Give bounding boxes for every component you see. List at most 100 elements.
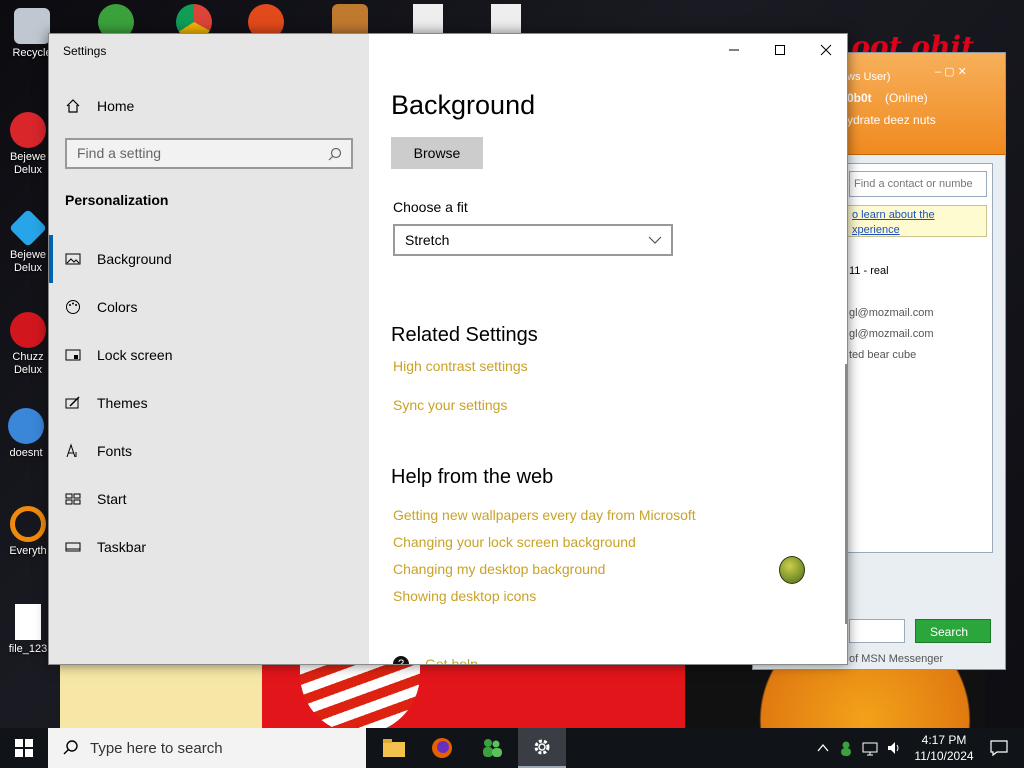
msn-footer-text: of MSN Messenger (849, 653, 944, 665)
system-tray: 4:17 PM 11/10/2024 (816, 728, 1024, 768)
settings-content: Background Browse Choose a fit Stretch R… (369, 34, 847, 664)
fit-dropdown-value: Stretch (405, 232, 450, 248)
taskbar-clock[interactable]: 4:17 PM 11/10/2024 (906, 732, 982, 764)
msn-search-button[interactable]: Search (915, 619, 991, 643)
msn-personal-message[interactable]: ydrate deez nuts (847, 113, 936, 127)
get-help-link[interactable]: Get help (425, 656, 478, 664)
sidebar-item-colors[interactable]: Colors (49, 283, 369, 331)
settings-window[interactable]: Settings Home Find a setting Personaliza… (48, 33, 848, 665)
high-contrast-link[interactable]: High contrast settings (393, 358, 528, 374)
taskbar-msn-messenger[interactable] (468, 728, 516, 768)
sync-settings-link[interactable]: Sync your settings (393, 397, 507, 413)
msn-contact-group[interactable]: 11 - real (849, 265, 889, 277)
search-icon (63, 740, 78, 755)
palette-icon (66, 300, 80, 314)
help-link-lock-screen[interactable]: Changing your lock screen background (393, 534, 636, 550)
close-icon (820, 44, 832, 56)
settings-icon (534, 739, 550, 755)
font-icon (66, 443, 77, 458)
msn-search-input[interactable] (849, 619, 905, 643)
taskbar-icon (65, 542, 81, 552)
help-from-web-heading: Help from the web (391, 466, 554, 488)
msn-status[interactable]: (Online) (885, 91, 928, 105)
sidebar-item-fonts[interactable]: Fonts (49, 427, 369, 475)
bejeweled-icon (10, 112, 46, 148)
search-magnifier-icon (10, 506, 46, 542)
find-setting-placeholder: Find a setting (77, 145, 162, 161)
msn-contact[interactable]: gl@mozmail.com (849, 307, 934, 319)
taskbar-search-placeholder: Type here to search (90, 739, 223, 757)
image-icon (65, 253, 81, 265)
sidebar-item-label: Themes (97, 395, 148, 411)
sidebar-item-label: Colors (97, 299, 138, 315)
firefox-icon (432, 738, 452, 758)
help-icon: ? (393, 656, 409, 664)
browse-button[interactable]: Browse (391, 137, 483, 169)
windows-logo-icon (15, 739, 33, 757)
chevron-up-icon[interactable] (816, 741, 830, 755)
network-icon[interactable] (862, 740, 878, 756)
sidebar-item-label: Taskbar (97, 539, 147, 555)
msn-window-controls[interactable]: – ▢ ✕ (935, 65, 967, 78)
maximize-icon (775, 45, 785, 55)
chevron-down-icon (648, 236, 662, 244)
sidebar-item-label: Start (97, 491, 127, 507)
wallpaper-pumpkin-art (685, 664, 985, 734)
help-link-desktop-background[interactable]: Changing my desktop background (393, 561, 605, 577)
fit-dropdown[interactable]: Stretch (393, 224, 673, 256)
start-grid-icon (65, 493, 81, 505)
taskbar-search-box[interactable]: Type here to search (48, 728, 366, 768)
msn-tip-link[interactable]: o learn about the xperience (847, 205, 987, 237)
recycle-bin-icon (14, 8, 50, 44)
fit-label: Choose a fit (393, 199, 468, 215)
msn-find-contact-input[interactable]: Find a contact or numbe (849, 171, 987, 197)
lock-screen-icon (65, 349, 81, 361)
wallpaper-clock-art (60, 664, 265, 734)
taskbar: Type here to search 4:17 PM 11/10/2024 (0, 728, 1024, 768)
notifications-icon[interactable] (990, 739, 1008, 757)
clock-time: 4:17 PM (921, 733, 967, 747)
msn-contact[interactable]: gl@mozmail.com (849, 328, 934, 340)
msn-contact[interactable]: ted bear cube (849, 349, 916, 361)
settings-sidebar: Settings Home Find a setting Personaliza… (49, 34, 369, 664)
category-heading: Personalization (65, 192, 169, 208)
sidebar-item-start[interactable]: Start (49, 475, 369, 523)
msn-tray-icon[interactable] (838, 740, 854, 756)
sidebar-item-taskbar[interactable]: Taskbar (49, 523, 369, 571)
home-icon (66, 99, 80, 113)
brush-icon (65, 396, 80, 409)
clock-date: 11/10/2024 (914, 749, 974, 763)
home-label: Home (97, 98, 135, 114)
taskbar-firefox[interactable] (418, 728, 466, 768)
sidebar-item-label: Fonts (97, 443, 133, 459)
sidebar-item-background[interactable]: Background (49, 235, 369, 283)
taskbar-file-explorer[interactable] (370, 728, 418, 768)
close-button[interactable] (803, 34, 847, 66)
home-nav-item[interactable]: Home (65, 98, 134, 114)
msn-messenger-icon (483, 739, 502, 757)
help-link-desktop-icons[interactable]: Showing desktop icons (393, 588, 536, 604)
maximize-button[interactable] (757, 34, 803, 66)
volume-icon[interactable] (886, 740, 902, 756)
minimize-button[interactable] (711, 34, 757, 66)
start-button[interactable] (0, 728, 48, 768)
sidebar-item-themes[interactable]: Themes (49, 379, 369, 427)
desktop-buddy-bug-icon[interactable] (779, 556, 805, 584)
msn-display-name[interactable]: 0b0t (847, 91, 872, 105)
sidebar-item-label: Lock screen (97, 347, 173, 363)
taskbar-settings[interactable] (518, 728, 566, 768)
file-icon (15, 604, 41, 640)
help-link-wallpapers[interactable]: Getting new wallpapers every day from Mi… (393, 507, 696, 523)
sidebar-item-lock-screen[interactable]: Lock screen (49, 331, 369, 379)
scrollbar[interactable] (845, 364, 847, 624)
sidebar-item-label: Background (97, 251, 172, 267)
desktop-icon-doesnt[interactable]: doesnt (0, 408, 54, 460)
related-settings-heading: Related Settings (391, 324, 538, 346)
file-explorer-icon (383, 739, 405, 757)
window-title: Settings (63, 44, 107, 58)
search-icon (328, 147, 342, 161)
find-setting-input[interactable]: Find a setting (65, 138, 353, 169)
app-icon (8, 408, 44, 444)
chuzzle-icon (10, 312, 46, 348)
diamond-icon (8, 208, 48, 248)
